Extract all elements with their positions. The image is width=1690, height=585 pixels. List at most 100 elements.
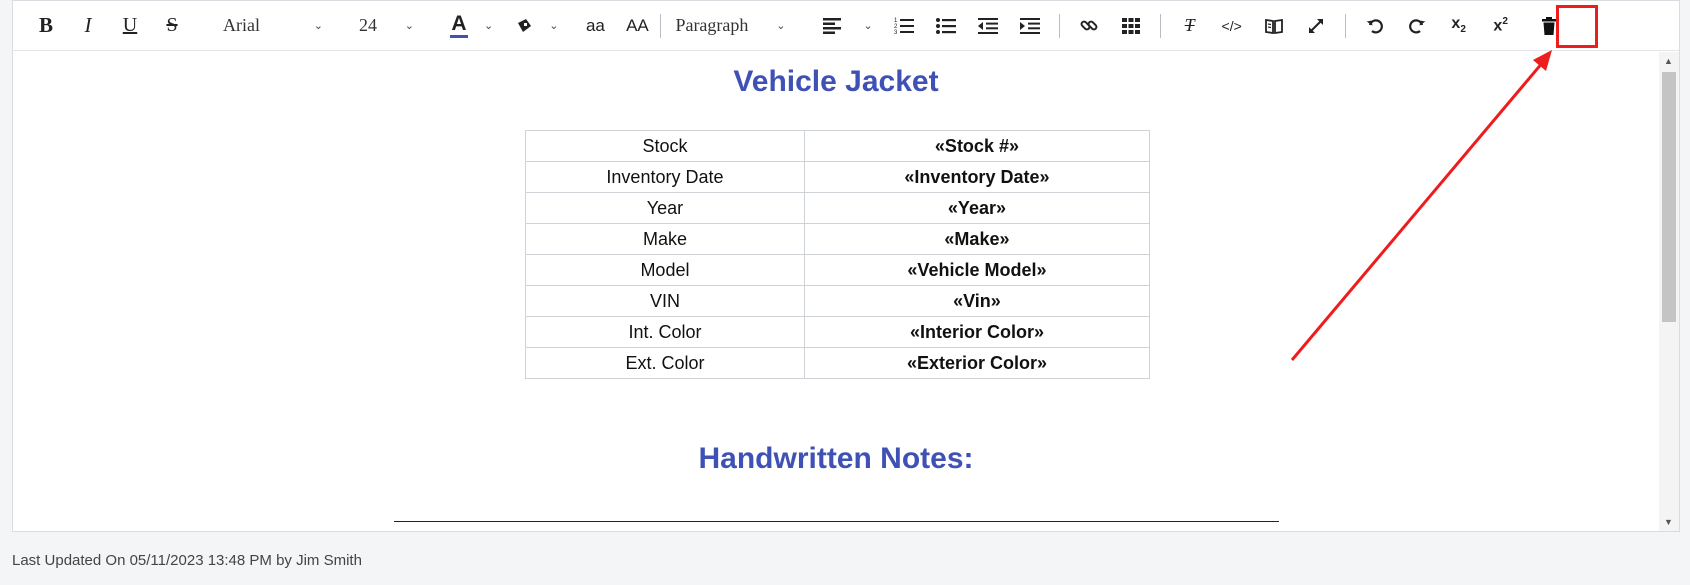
block-format-dropdown[interactable]: Paragraph ⌄ <box>675 9 785 43</box>
superscript-icon: x2 <box>1493 16 1507 35</box>
fullscreen-icon <box>1308 18 1323 33</box>
merge-field-value: «Inventory Date» <box>803 161 1151 193</box>
merge-field-value: «Make» <box>803 223 1151 255</box>
highlight-color-button[interactable] <box>513 9 535 43</box>
editor-toolbar: B I U S Arial ⌄ 24 ⌄ A ⌄ ⌄ aa AA Paragra… <box>13 1 1679 51</box>
chevron-down-icon: ⌄ <box>484 20 494 32</box>
unordered-list-icon <box>935 17 956 34</box>
scroll-up-icon[interactable]: ▲ <box>1664 56 1673 66</box>
undo-button[interactable] <box>1358 9 1392 43</box>
clear-format-icon: T <box>1184 15 1195 35</box>
code-view-icon: </> <box>1221 17 1242 34</box>
unordered-list-button[interactable] <box>929 9 963 43</box>
underline-icon: U <box>122 14 138 36</box>
highlight-color-dropdown[interactable]: ⌄ <box>543 9 558 43</box>
merge-field-value: «Stock #» <box>803 130 1151 162</box>
align-left-icon <box>823 17 842 34</box>
editor-scrollbar[interactable]: ▲ ▼ <box>1659 52 1679 531</box>
strikethrough-icon: S <box>166 14 178 36</box>
field-label: Stock <box>525 130 805 162</box>
table-row: Ext. Color «Exterior Color» <box>525 347 1151 379</box>
field-label: Model <box>525 254 805 286</box>
align-dropdown[interactable]: ⌄ <box>857 9 872 43</box>
outdent-icon <box>977 17 998 34</box>
table-row: Stock «Stock #» <box>525 130 1151 162</box>
trash-icon <box>1541 16 1556 35</box>
subscript-base: x <box>1451 15 1461 33</box>
text-color-underline <box>450 34 468 38</box>
superscript-button[interactable]: x2 <box>1484 9 1518 43</box>
chevron-down-icon: ⌄ <box>549 20 559 32</box>
ordered-list-button[interactable]: 123 <box>887 9 921 43</box>
scrollbar-thumb[interactable] <box>1662 72 1676 322</box>
field-label: Ext. Color <box>525 347 805 379</box>
preview-icon <box>1264 18 1283 34</box>
font-family-dropdown[interactable]: Arial ⌄ <box>223 9 323 43</box>
ordered-list-icon: 123 <box>894 18 914 35</box>
text-color-button[interactable]: A <box>448 9 470 43</box>
indent-button[interactable] <box>1013 9 1047 43</box>
subscript-icon: x2 <box>1451 15 1465 35</box>
bold-button[interactable]: B <box>29 9 63 43</box>
chevron-down-icon: ⌄ <box>776 20 786 32</box>
field-label: Inventory Date <box>525 161 805 193</box>
chevron-down-icon: ⌄ <box>313 20 323 32</box>
merge-field-value: «Vehicle Model» <box>803 254 1151 286</box>
link-icon <box>1080 20 1098 30</box>
italic-icon: I <box>84 13 92 37</box>
rich-text-editor: B I U S Arial ⌄ 24 ⌄ A ⌄ ⌄ aa AA Paragra… <box>12 0 1680 532</box>
field-label: Make <box>525 223 805 255</box>
notes-line <box>394 521 1279 522</box>
text-color-icon: A <box>451 11 467 35</box>
link-button[interactable] <box>1072 9 1106 43</box>
notes-heading: Handwritten Notes: <box>698 442 974 475</box>
align-button[interactable] <box>815 9 849 43</box>
redo-icon <box>1408 18 1425 33</box>
merge-field-value: «Exterior Color» <box>803 347 1151 379</box>
delete-content-button[interactable] <box>1532 9 1566 43</box>
subscript-mark: 2 <box>1460 24 1466 36</box>
table-row: VIN «Vin» <box>525 285 1151 317</box>
uppercase-button[interactable]: AA <box>620 9 654 43</box>
subscript-button[interactable]: x2 <box>1442 9 1476 43</box>
scroll-down-icon[interactable]: ▼ <box>1664 517 1673 527</box>
clear-format-button[interactable]: T <box>1173 9 1207 43</box>
svg-text:3: 3 <box>894 30 898 35</box>
undo-icon <box>1366 18 1383 33</box>
lowercase-button[interactable]: aa <box>578 9 612 43</box>
font-size-value: 24 <box>359 15 377 35</box>
last-updated-status: Last Updated On 05/11/2023 13:48 PM by J… <box>12 552 362 569</box>
preview-button[interactable] <box>1257 9 1291 43</box>
table-icon <box>1121 17 1140 34</box>
table-row: Year «Year» <box>525 192 1151 224</box>
document-title: Vehicle Jacket <box>733 65 939 98</box>
toolbar-divider <box>1344 13 1346 38</box>
text-color-dropdown[interactable]: ⌄ <box>478 9 493 43</box>
fullscreen-button[interactable] <box>1299 9 1333 43</box>
chevron-down-icon: ⌄ <box>863 20 873 32</box>
strikethrough-button[interactable]: S <box>155 9 189 43</box>
font-size-dropdown[interactable]: 24 ⌄ <box>359 9 414 43</box>
editor-content[interactable]: Vehicle Jacket Stock «Stock #» Inventory D… <box>13 52 1659 530</box>
table-row: Int. Color «Interior Color» <box>525 316 1151 348</box>
toolbar-divider <box>660 13 662 38</box>
table-button[interactable] <box>1114 9 1148 43</box>
outdent-button[interactable] <box>971 9 1005 43</box>
superscript-mark: 2 <box>1502 15 1508 27</box>
merge-field-value: «Year» <box>803 192 1151 224</box>
table-row: Make «Make» <box>525 223 1151 255</box>
toolbar-divider <box>1159 13 1161 38</box>
highlight-color-icon <box>518 18 532 32</box>
code-view-button[interactable]: </> <box>1215 9 1249 43</box>
merge-field-value: «Vin» <box>803 285 1151 317</box>
redo-button[interactable] <box>1400 9 1434 43</box>
font-family-value: Arial <box>223 15 260 35</box>
indent-icon <box>1019 17 1040 34</box>
block-format-value: Paragraph <box>675 15 749 35</box>
underline-button[interactable]: U <box>113 9 147 43</box>
table-row: Model «Vehicle Model» <box>525 254 1151 286</box>
vehicle-details-table: Stock «Stock #» Inventory Date «Inventory D… <box>525 130 1151 379</box>
uppercase-icon: AA <box>626 15 649 35</box>
italic-button[interactable]: I <box>71 9 105 43</box>
chevron-down-icon: ⌄ <box>404 20 414 32</box>
